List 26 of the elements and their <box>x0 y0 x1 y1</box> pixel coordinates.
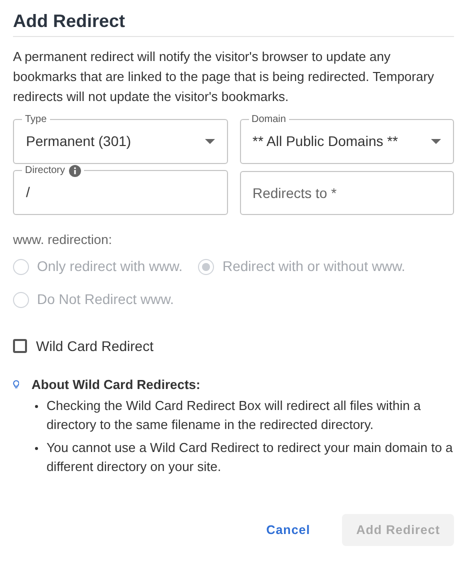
input-field[interactable]: Directory / <box>13 164 228 215</box>
dialog-title: Add Redirect <box>13 10 126 32</box>
description-text: A permanent redirect will notify the visitor's browser to update any bookmarks that are linked to the page that is being redirected. Temporary redirects will not update the visitor's bookmarks. <box>13 48 436 106</box>
cancel-button[interactable]: Cancel <box>254 514 322 546</box>
field-label: Type <box>25 113 47 126</box>
dropdown-caret-icon <box>431 139 441 144</box>
radio-label: Do Not Redirect www. <box>37 290 174 309</box>
checkbox[interactable] <box>13 339 27 353</box>
field-value: ** All Public Domains ** <box>252 132 400 151</box>
about-item: Checking the Wild Card Redirect Box will redirect all files within a directory to the same filename in the redirected directory. <box>46 397 422 434</box>
select-field[interactable]: Domain ** All Public Domains ** <box>240 113 454 164</box>
radio-label: Only redirect with www. <box>37 257 182 276</box>
field-label: Directory <box>25 164 66 177</box>
select-field[interactable]: Type Permanent (301) <box>13 113 228 164</box>
about-item: You cannot use a Wild Card Redirect to redirect your main domain to a different directory on your site. <box>46 439 454 476</box>
field-value: / <box>26 183 31 202</box>
section-label: www. redirection: <box>13 231 113 249</box>
checkbox-label: Wild Card Redirect <box>36 336 154 356</box>
input-field[interactable]: Redirects to * <box>240 171 454 215</box>
radio-label: Redirect with or without www. <box>222 257 406 276</box>
about-title: About Wild Card Redirects: <box>31 376 202 394</box>
info-icon[interactable] <box>69 164 82 176</box>
field-value: Permanent (301) <box>26 132 132 151</box>
field-label: Domain <box>252 113 286 126</box>
field-placeholder: Redirects to * <box>252 184 338 202</box>
dropdown-caret-icon <box>204 139 214 144</box>
